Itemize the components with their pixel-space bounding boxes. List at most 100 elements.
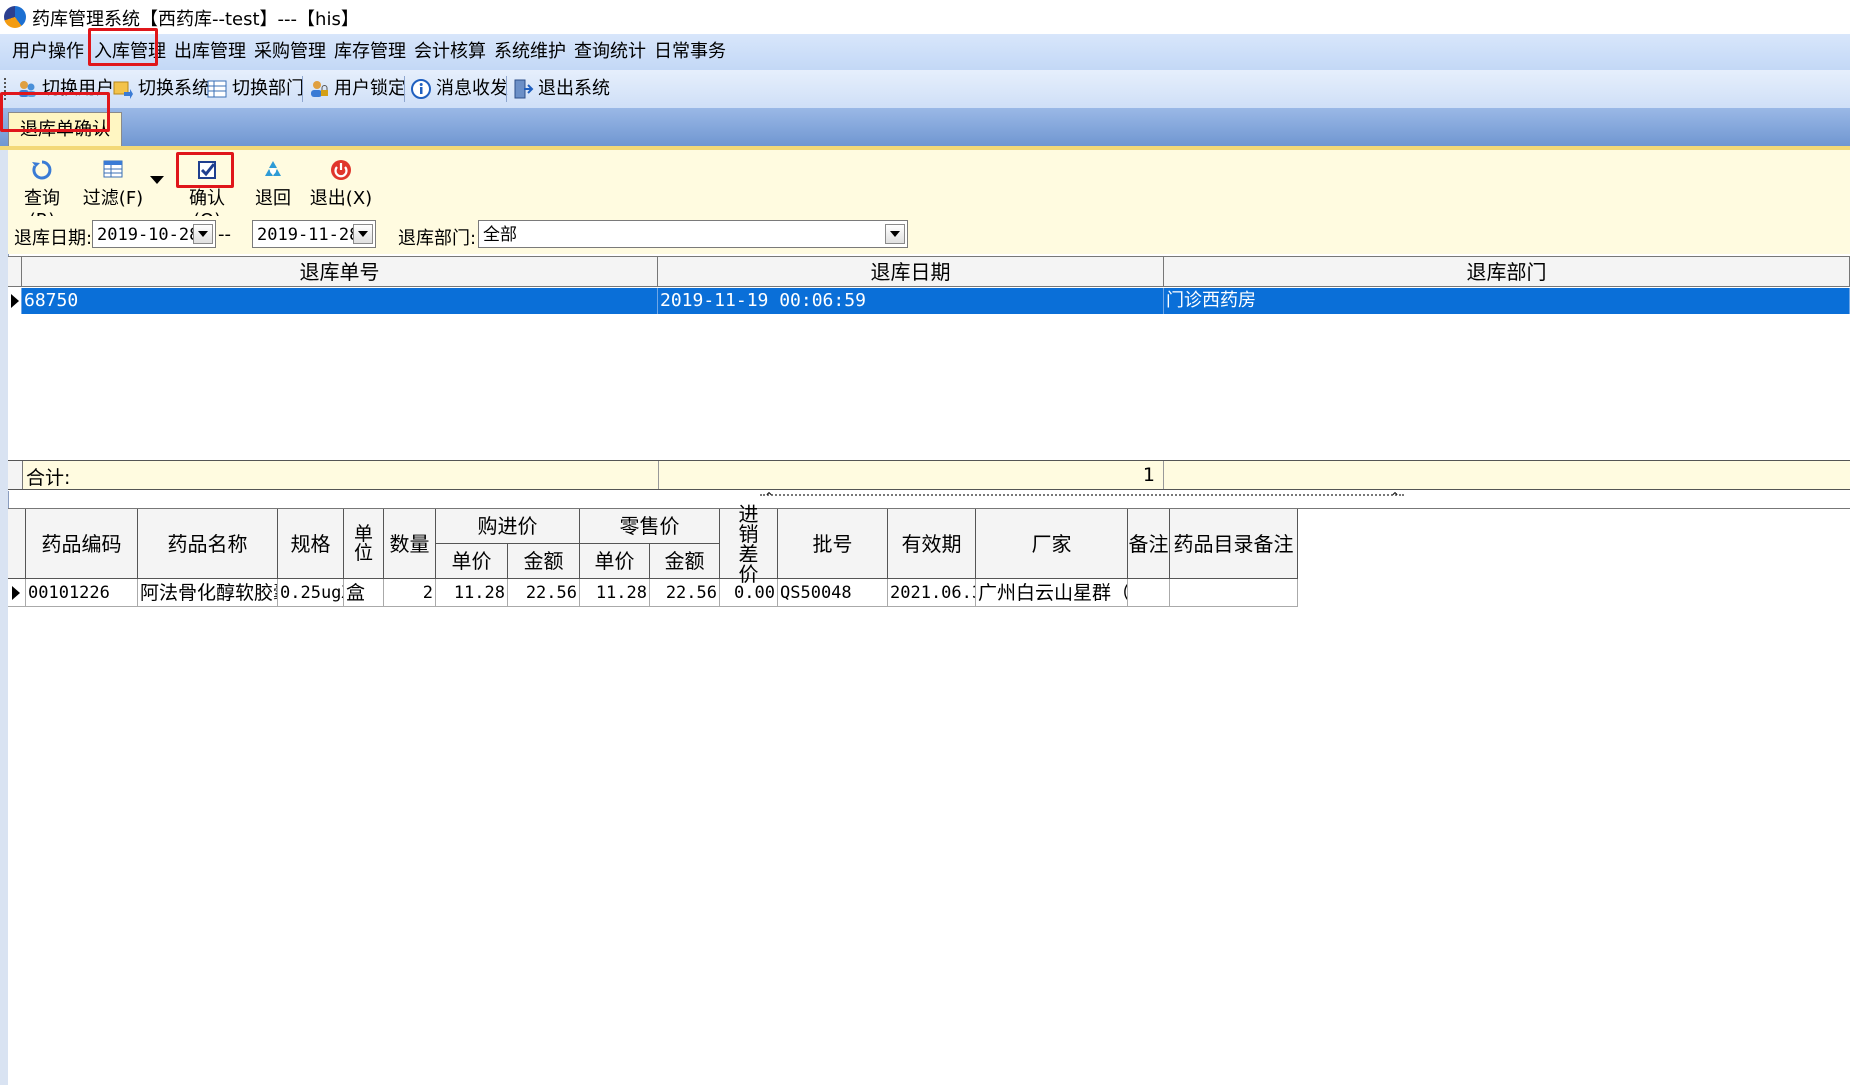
cell-manufacturer[interactable]: 广州白云山星群（药 — [976, 579, 1128, 607]
cell-drug-code[interactable]: 00101226 — [26, 579, 138, 607]
row-indicator-header — [8, 257, 22, 287]
cell-spec[interactable]: 0.25ugX — [278, 579, 344, 607]
refresh-icon — [32, 160, 52, 180]
department-grid-icon — [207, 80, 227, 98]
cell-catalog-remark[interactable] — [1170, 579, 1298, 607]
tab-return-confirm[interactable]: 退库单确认 — [8, 112, 122, 147]
chevron-up-icon[interactable]: ⌃ — [1390, 490, 1400, 504]
col-header-return-dept[interactable]: 退库部门 — [1164, 257, 1850, 287]
cell-return-no[interactable]: 68750 — [22, 288, 658, 314]
action-toolbar: 查询(R) 过滤(F) 确认(Q) 退回 退出(X) — [8, 150, 1850, 231]
return-dept-select[interactable]: 全部 — [478, 220, 908, 248]
row-pointer-icon — [12, 586, 20, 600]
exit-system-label: 退出系统 — [538, 78, 610, 99]
switch-dept-label: 切换部门 — [232, 78, 304, 99]
toolbar-separator — [404, 76, 405, 102]
chevron-up-icon[interactable]: ⌃ — [764, 490, 774, 504]
col-header-purchase-price[interactable]: 购进价 — [436, 509, 580, 544]
row-indicator — [8, 579, 26, 607]
recycle-icon — [265, 161, 281, 176]
cell-purchase-amount[interactable]: 22.56 — [508, 579, 580, 607]
col-header-unit[interactable]: 单位 — [344, 509, 384, 579]
return-dept-value: 全部 — [483, 225, 517, 245]
col-header-drug-name[interactable]: 药品名称 — [138, 509, 278, 579]
tab-strip: 退库单确认 — [0, 108, 1850, 148]
window-title: 药库管理系统【西药库--test】---【his】 — [32, 9, 359, 30]
toolbar-separator — [302, 76, 303, 102]
app-logo-icon — [4, 6, 26, 28]
col-header-spec[interactable]: 规格 — [278, 509, 344, 579]
col-header-retail-amount[interactable]: 金额 — [650, 544, 720, 579]
confirm-button[interactable]: 确认(Q) — [176, 154, 238, 231]
window-title-bar: 药库管理系统【西药库--test】---【his】 — [0, 0, 1850, 34]
table-row-selected[interactable]: 68750 2019-11-19 00:06:59 门诊西药房 — [8, 288, 1850, 314]
cell-price-diff[interactable]: 0.00 — [720, 579, 778, 607]
switch-user-button[interactable]: 切换用户 — [16, 74, 114, 104]
table-row[interactable]: 00101226 阿法骨化醇软胶囊 0.25ugX 盒 2 11.28 22.5… — [8, 579, 1298, 607]
col-header-remark[interactable]: 备注 — [1128, 509, 1170, 579]
total-count: 1 — [658, 461, 1164, 489]
col-header-purchase-amount[interactable]: 金额 — [508, 544, 580, 579]
menu-bar: 用户操作 入库管理 出库管理 采购管理 库存管理 会计核算 系统维护 查询统计 … — [0, 34, 1850, 70]
row-indicator — [8, 288, 22, 314]
return-button[interactable]: 退回 — [248, 154, 298, 214]
cell-drug-name[interactable]: 阿法骨化醇软胶囊 — [138, 579, 278, 607]
date-to-picker[interactable]: 2019-11-28 — [252, 220, 376, 248]
filter-table-icon — [103, 160, 123, 178]
col-header-qty[interactable]: 数量 — [384, 509, 436, 579]
toolbar-separator — [506, 76, 507, 102]
exit-label: 退出(X) — [309, 188, 373, 209]
cell-batch[interactable]: QS50048 — [778, 579, 888, 607]
main-toolbar: 切换用户 切换系统 切换部门 用户锁定 消息收发 退出系统 — [0, 70, 1850, 109]
total-bar: 合计: 1 — [8, 460, 1850, 490]
switch-system-button[interactable]: 切换系统 — [112, 74, 210, 104]
cell-expiry[interactable]: 2021.06.30 — [888, 579, 976, 607]
cell-unit[interactable]: 盒 — [344, 579, 384, 607]
menu-daily-affairs[interactable]: 日常事务 — [642, 34, 738, 70]
filter-button[interactable]: 过滤(F) — [80, 154, 146, 214]
cell-return-dept[interactable]: 门诊西药房 — [1164, 288, 1850, 314]
switch-system-label: 切换系统 — [138, 78, 210, 99]
col-header-retail-unit-price[interactable]: 单价 — [580, 544, 650, 579]
col-header-price-diff[interactable]: 进销差价 — [720, 504, 778, 584]
checkbox-checked-icon — [198, 161, 216, 179]
cell-qty[interactable]: 2 — [384, 579, 436, 607]
return-dept-label: 退库部门: — [398, 228, 477, 249]
cell-retail-unit-price[interactable]: 11.28 — [580, 579, 650, 607]
cell-remark[interactable] — [1128, 579, 1170, 607]
chevron-down-icon[interactable] — [193, 224, 213, 244]
exit-button[interactable]: 退出(X) — [308, 154, 374, 214]
lock-user-button[interactable]: 用户锁定 — [308, 74, 406, 104]
date-to-value: 2019-11-28 — [257, 225, 360, 245]
info-icon — [411, 79, 431, 99]
col-header-catalog-remark[interactable]: 药品目录备注 — [1170, 509, 1298, 579]
col-header-expiry[interactable]: 有效期 — [888, 509, 976, 579]
col-header-drug-code[interactable]: 药品编码 — [26, 509, 138, 579]
cell-return-date[interactable]: 2019-11-19 00:06:59 — [658, 288, 1164, 314]
chevron-down-icon[interactable] — [885, 224, 905, 244]
users-icon — [19, 81, 36, 97]
date-range-separator: -- — [218, 224, 231, 245]
col-header-return-no[interactable]: 退库单号 — [22, 257, 658, 287]
filter-row: 退库日期: 2019-10-28 -- 2019-11-28 退库部门: 全部 — [8, 216, 1850, 254]
col-header-purchase-unit-price[interactable]: 单价 — [436, 544, 508, 579]
chevron-down-icon[interactable] — [353, 224, 373, 244]
toolbar-grip — [4, 78, 9, 100]
user-lock-icon — [311, 81, 328, 97]
drug-detail-grid: 药品编码 药品名称 规格 单位 数量 购进价 单价 金额 零售价 单价 金额 进… — [8, 504, 1850, 1086]
col-header-manufacturer[interactable]: 厂家 — [976, 509, 1128, 579]
filter-label: 过滤(F) — [82, 188, 144, 209]
col-header-retail-price[interactable]: 零售价 — [580, 509, 720, 544]
cell-purchase-unit-price[interactable]: 11.28 — [436, 579, 508, 607]
col-header-return-date[interactable]: 退库日期 — [658, 257, 1164, 287]
messages-button[interactable]: 消息收发 — [410, 74, 508, 104]
switch-dept-button[interactable]: 切换部门 — [206, 74, 304, 104]
col-header-batch[interactable]: 批号 — [778, 509, 888, 579]
query-button[interactable]: 查询(R) — [12, 154, 72, 231]
lock-user-label: 用户锁定 — [334, 78, 406, 99]
date-from-picker[interactable]: 2019-10-28 — [92, 220, 216, 248]
filter-dropdown-chevron-down-icon[interactable] — [150, 174, 166, 190]
exit-system-button[interactable]: 退出系统 — [512, 74, 610, 104]
cell-retail-amount[interactable]: 22.56 — [650, 579, 720, 607]
panel-splitter[interactable]: ⌃ ⌃ — [760, 490, 1404, 506]
